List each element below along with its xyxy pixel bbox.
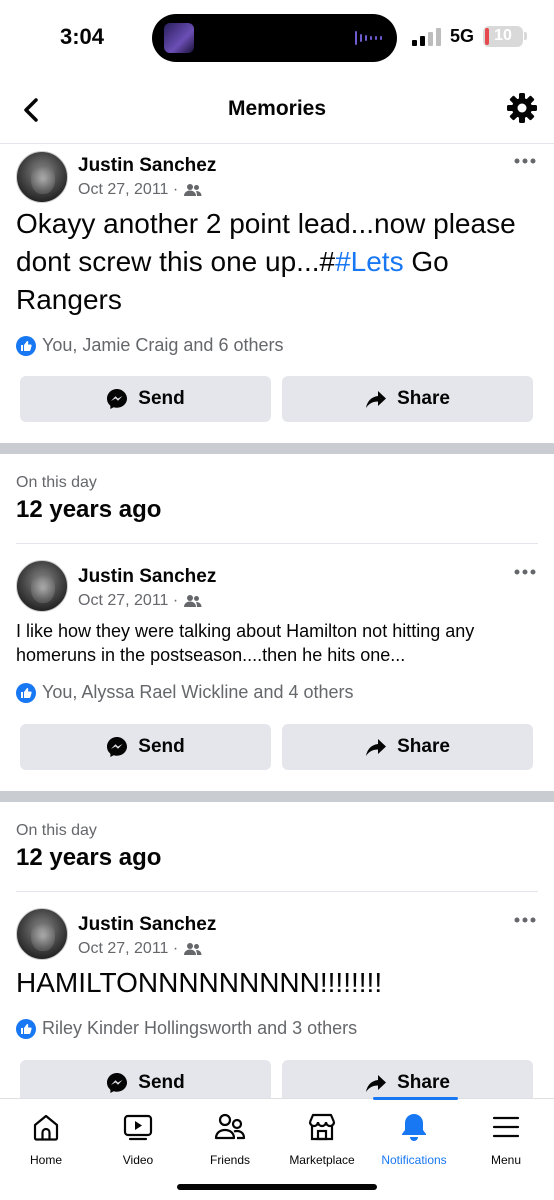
active-tab-indicator [373, 1097, 458, 1100]
years-ago-title: 12 years ago [16, 496, 162, 523]
memory-section: On this day 12 years ago Justin Sanchez … [0, 802, 554, 1106]
tab-label: Notifications [381, 1153, 447, 1167]
messenger-icon [107, 389, 128, 409]
section-divider [0, 791, 554, 802]
like-reaction-icon [16, 1018, 36, 1039]
reactions-text: You, Alyssa Rael Wickline and 4 others [42, 682, 354, 702]
section-divider [0, 443, 554, 454]
more-options-icon[interactable] [514, 916, 536, 924]
share-arrow-icon [366, 1075, 387, 1092]
battery-percentage: 10 [494, 27, 512, 44]
send-label: Send [138, 1072, 185, 1093]
post-date[interactable]: Oct 27, 2011 · [78, 592, 178, 610]
post-date[interactable]: Oct 27, 2011 · [78, 181, 178, 199]
tab-home[interactable]: Home [0, 1099, 92, 1179]
page-header: Memories [0, 76, 554, 144]
memory-post: Justin Sanchez Oct 27, 2011 · Okayy anot… [0, 145, 554, 445]
post-text: HAMILTONNNNNNNNN!!!!!!!! [16, 967, 383, 998]
reactions-summary[interactable]: You, Alyssa Rael Wickline and 4 others [16, 682, 354, 703]
friends-audience-icon [184, 595, 202, 607]
network-type: 5G [450, 26, 475, 46]
video-icon [123, 1114, 153, 1141]
like-reaction-icon [16, 335, 36, 356]
post-date[interactable]: Oct 27, 2011 · [78, 940, 178, 958]
share-button[interactable]: Share [282, 376, 533, 422]
messenger-icon [107, 737, 128, 757]
friends-icon [214, 1113, 246, 1140]
send-label: Send [138, 736, 185, 757]
tab-friends[interactable]: Friends [184, 1099, 276, 1179]
tab-marketplace[interactable]: Marketplace [276, 1099, 368, 1179]
share-arrow-icon [366, 739, 387, 756]
status-bar: 3:04 5G 10 [0, 0, 554, 76]
reactions-text: You, Jamie Craig and 6 others [42, 335, 284, 355]
marketplace-icon [308, 1113, 336, 1141]
dynamic-island[interactable] [152, 14, 397, 62]
tab-label: Friends [209, 1153, 250, 1167]
reactions-summary[interactable]: Riley Kinder Hollingsworth and 3 others [16, 1018, 357, 1039]
section-separator [16, 891, 538, 892]
cellular-signal-icon [412, 28, 441, 46]
send-label: Send [138, 388, 185, 409]
share-label: Share [397, 1072, 450, 1093]
friends-audience-icon [184, 184, 202, 196]
tab-notifications[interactable]: Notifications [368, 1099, 460, 1179]
battery-icon: 10 [483, 26, 523, 47]
post-author[interactable]: Justin Sanchez [78, 566, 216, 588]
more-options-icon[interactable] [514, 157, 536, 165]
post-text: Okayy another 2 point lead...now please … [16, 205, 541, 319]
messenger-icon [107, 1073, 128, 1093]
tab-menu[interactable]: Menu [460, 1099, 552, 1179]
avatar[interactable] [16, 151, 68, 203]
memory-section: On this day 12 years ago Justin Sanchez … [0, 454, 554, 791]
post-author[interactable]: Justin Sanchez [78, 914, 216, 936]
post-author[interactable]: Justin Sanchez [78, 155, 216, 177]
home-icon [33, 1114, 59, 1141]
send-button[interactable]: Send [20, 376, 271, 422]
more-options-icon[interactable] [514, 568, 536, 576]
status-time: 3:04 [60, 24, 105, 49]
reactions-summary[interactable]: You, Jamie Craig and 6 others [16, 335, 283, 356]
bell-icon [402, 1114, 426, 1141]
share-button[interactable]: Share [282, 724, 533, 770]
section-separator [16, 543, 538, 544]
post-meta: Oct 27, 2011 · [78, 592, 202, 610]
tab-label: Home [29, 1153, 62, 1167]
tab-label: Menu [490, 1153, 522, 1167]
share-label: Share [397, 388, 450, 409]
tab-label: Video [122, 1153, 154, 1167]
send-button[interactable]: Send [20, 724, 271, 770]
now-playing-artwork [164, 23, 194, 53]
tab-label: Marketplace [289, 1153, 355, 1167]
friends-audience-icon [184, 943, 202, 955]
page-title: Memories [227, 97, 327, 120]
on-this-day-label: On this day [16, 474, 97, 491]
home-indicator[interactable] [177, 1184, 377, 1190]
avatar[interactable] [16, 908, 68, 960]
battery-cap [524, 32, 527, 40]
post-meta: Oct 27, 2011 · [78, 181, 202, 199]
audio-wave-icon [355, 31, 382, 45]
share-label: Share [397, 736, 450, 757]
tab-video[interactable]: Video [92, 1099, 184, 1179]
hashtag-link[interactable]: #Lets [335, 246, 404, 277]
share-arrow-icon [366, 391, 387, 408]
menu-icon [492, 1116, 520, 1138]
avatar[interactable] [16, 560, 68, 612]
years-ago-title: 12 years ago [16, 844, 162, 871]
on-this-day-label: On this day [16, 822, 97, 839]
gear-icon[interactable] [506, 92, 538, 124]
reactions-text: Riley Kinder Hollingsworth and 3 others [42, 1018, 358, 1038]
post-meta: Oct 27, 2011 · [78, 940, 202, 958]
like-reaction-icon [16, 682, 36, 703]
post-text: I like how they were talking about Hamil… [16, 621, 475, 665]
